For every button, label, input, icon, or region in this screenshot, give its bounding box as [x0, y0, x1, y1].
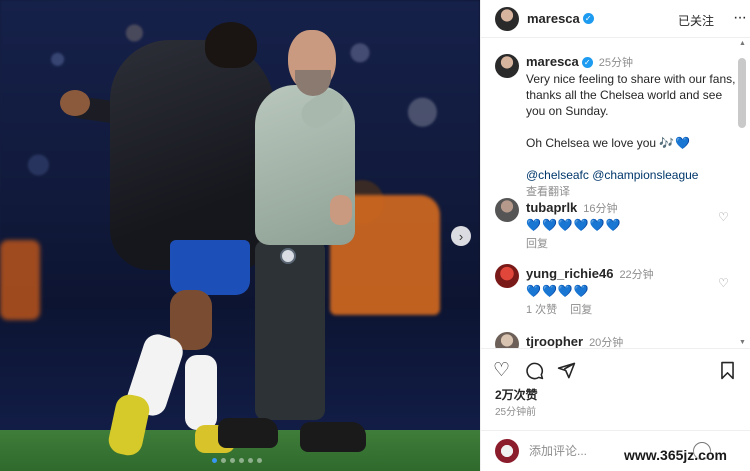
carousel-dot [248, 458, 253, 463]
follow-status-button[interactable]: 已关注 [678, 12, 714, 29]
carousel-dot [221, 458, 226, 463]
caption-text: Very nice feeling to share with our fans… [526, 72, 736, 118]
player-hand [60, 90, 90, 116]
author-avatar[interactable] [495, 6, 519, 31]
author-username[interactable]: maresca [527, 11, 580, 26]
reply-button[interactable]: 回复 [526, 238, 548, 250]
post-header: maresca ✓ 已关注 ··· [481, 0, 750, 38]
comment-likes[interactable]: 1 次赞 [526, 304, 557, 316]
carousel-dot [230, 458, 235, 463]
caption-emoji: 🎶💙 [659, 136, 692, 150]
more-options-icon[interactable]: ··· [733, 9, 747, 27]
post-image[interactable]: › [0, 0, 480, 471]
advertising-board [0, 300, 480, 430]
chelsea-crest-icon [280, 248, 296, 264]
comments-scroll-area[interactable]: maresca ✓ 25分钟 Very nice feeling to share … [481, 38, 750, 348]
scroll-up-arrow-icon[interactable]: ▲ [739, 40, 746, 47]
commenter-avatar[interactable] [495, 198, 519, 222]
translate-link[interactable]: 查看翻译 [526, 186, 570, 198]
player-coat [110, 40, 275, 270]
chevron-right-icon: › [458, 228, 464, 244]
player-head [205, 22, 257, 68]
caption-text-2: Oh Chelsea we love you [526, 136, 657, 150]
comment-time: 22分钟 [619, 269, 654, 281]
caption-username[interactable]: maresca [526, 54, 579, 69]
reply-button[interactable]: 回复 [570, 304, 592, 316]
scrollbar-thumb[interactable] [738, 58, 746, 128]
likes-count[interactable]: 2万次赞 [495, 386, 538, 403]
next-slide-button[interactable]: › [451, 226, 471, 246]
steward-figure [0, 240, 40, 320]
verified-badge-icon: ✓ [581, 57, 593, 69]
player-shorts [170, 240, 250, 295]
post-side-panel: maresca ✓ 已关注 ··· maresca ✓ 25分钟 Very nice… [480, 0, 750, 471]
comment-time: 20分钟 [589, 337, 624, 348]
heart-icon[interactable]: ♡ [493, 361, 510, 380]
manager-hand [330, 195, 352, 225]
caption-avatar[interactable] [495, 54, 519, 78]
carousel-dots [212, 458, 262, 463]
comment-username[interactable]: yung_richie46 [526, 266, 613, 281]
manager-trousers [255, 240, 325, 420]
heart-icon[interactable]: ♡ [718, 276, 729, 290]
heart-icon[interactable]: ♡ [718, 210, 729, 224]
chelseafc-tag-link[interactable]: @chelseafc [526, 168, 589, 182]
manager-shoe [300, 422, 366, 452]
current-user-avatar [495, 439, 519, 463]
comment-icon[interactable] [525, 361, 544, 384]
carousel-dot [239, 458, 244, 463]
post-timestamp: 25分钟前 [495, 407, 537, 418]
caption-time: 25分钟 [598, 57, 634, 69]
commenter-avatar[interactable] [495, 264, 519, 288]
verified-badge-icon: ✓ [582, 13, 594, 24]
share-icon[interactable] [557, 361, 576, 384]
player-sock [185, 355, 217, 430]
comment-text: 💙💙💙💙💙💙 [526, 218, 622, 232]
comment-username[interactable]: tubaprlk [526, 200, 577, 215]
bookmark-icon[interactable] [719, 361, 736, 384]
carousel-dot [257, 458, 262, 463]
comment-time: 16分钟 [583, 203, 618, 215]
comment-username[interactable]: tjroopher [526, 334, 583, 348]
championsleague-tag-link[interactable]: @championsleague [592, 168, 698, 182]
commenter-avatar[interactable] [495, 332, 519, 348]
scroll-down-arrow-icon[interactable]: ▼ [739, 339, 746, 346]
manager-shoe [218, 418, 278, 448]
comment-text: 💙💙💙💙 [526, 284, 590, 298]
site-watermark: www.365jz.com [624, 447, 727, 463]
carousel-dot [212, 458, 217, 463]
